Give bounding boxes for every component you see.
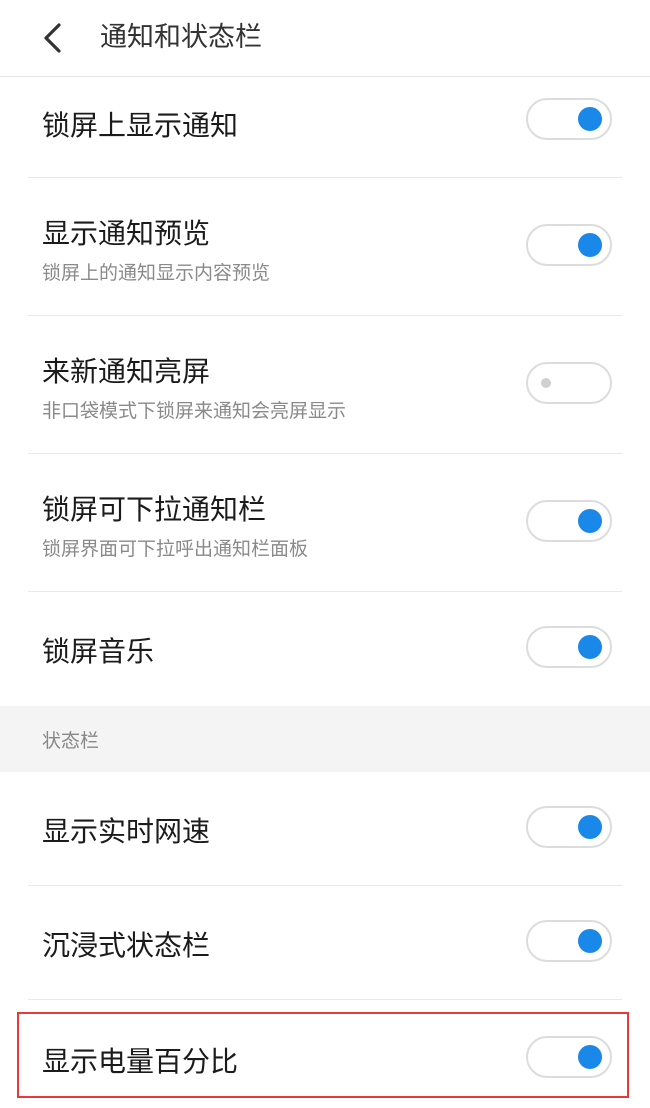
realtime-speed-toggle[interactable] bbox=[526, 806, 612, 848]
wake-on-notification-toggle[interactable] bbox=[526, 362, 612, 404]
immersive-status-bar-toggle[interactable] bbox=[526, 920, 612, 962]
lockscreen-music-toggle[interactable] bbox=[526, 626, 612, 668]
notification-preview-toggle[interactable] bbox=[526, 224, 612, 266]
setting-row-lockscreen-pulldown[interactable]: 锁屏可下拉通知栏 锁屏界面可下拉呼出通知栏面板 bbox=[0, 454, 650, 592]
setting-label: 显示通知预览 bbox=[42, 217, 211, 250]
setting-row-lockscreen-notifications[interactable]: 锁屏上显示通知 bbox=[0, 76, 650, 178]
setting-sublabel: 非口袋模式下锁屏来通知会亮屏显示 bbox=[42, 400, 347, 422]
back-button[interactable] bbox=[32, 18, 72, 58]
section-title: 状态栏 bbox=[42, 730, 100, 752]
chevron-left-icon bbox=[44, 23, 61, 53]
page-title: 通知和状态栏 bbox=[100, 22, 262, 53]
toggle-knob bbox=[578, 635, 602, 659]
toggle-knob bbox=[541, 378, 551, 388]
lockscreen-notifications-toggle[interactable] bbox=[526, 98, 612, 140]
toggle-knob bbox=[578, 929, 602, 953]
setting-sublabel: 锁屏上的通知显示内容预览 bbox=[42, 262, 271, 284]
setting-label: 锁屏上显示通知 bbox=[42, 109, 239, 142]
lockscreen-pulldown-toggle[interactable] bbox=[526, 500, 612, 542]
toggle-knob bbox=[578, 233, 602, 257]
setting-row-immersive-status-bar[interactable]: 沉浸式状态栏 bbox=[0, 886, 650, 1000]
setting-sublabel: 锁屏界面可下拉呼出通知栏面板 bbox=[42, 538, 309, 560]
setting-label: 显示实时网速 bbox=[42, 815, 211, 848]
setting-row-lockscreen-music[interactable]: 锁屏音乐 bbox=[0, 592, 650, 706]
app-header: 通知和状态栏 bbox=[0, 0, 650, 77]
section-header-status-bar: 状态栏 bbox=[0, 706, 650, 772]
setting-label: 沉浸式状态栏 bbox=[42, 929, 211, 962]
setting-row-realtime-speed[interactable]: 显示实时网速 bbox=[0, 772, 650, 886]
toggle-knob bbox=[578, 107, 602, 131]
setting-label: 锁屏音乐 bbox=[42, 635, 155, 668]
toggle-knob bbox=[578, 509, 602, 533]
toggle-knob bbox=[578, 815, 602, 839]
setting-row-notification-preview[interactable]: 显示通知预览 锁屏上的通知显示内容预览 bbox=[0, 178, 650, 316]
setting-row-wake-on-notification[interactable]: 来新通知亮屏 非口袋模式下锁屏来通知会亮屏显示 bbox=[0, 316, 650, 454]
highlight-box bbox=[17, 1012, 629, 1098]
setting-label: 来新通知亮屏 bbox=[42, 355, 211, 388]
setting-label: 锁屏可下拉通知栏 bbox=[42, 493, 267, 526]
